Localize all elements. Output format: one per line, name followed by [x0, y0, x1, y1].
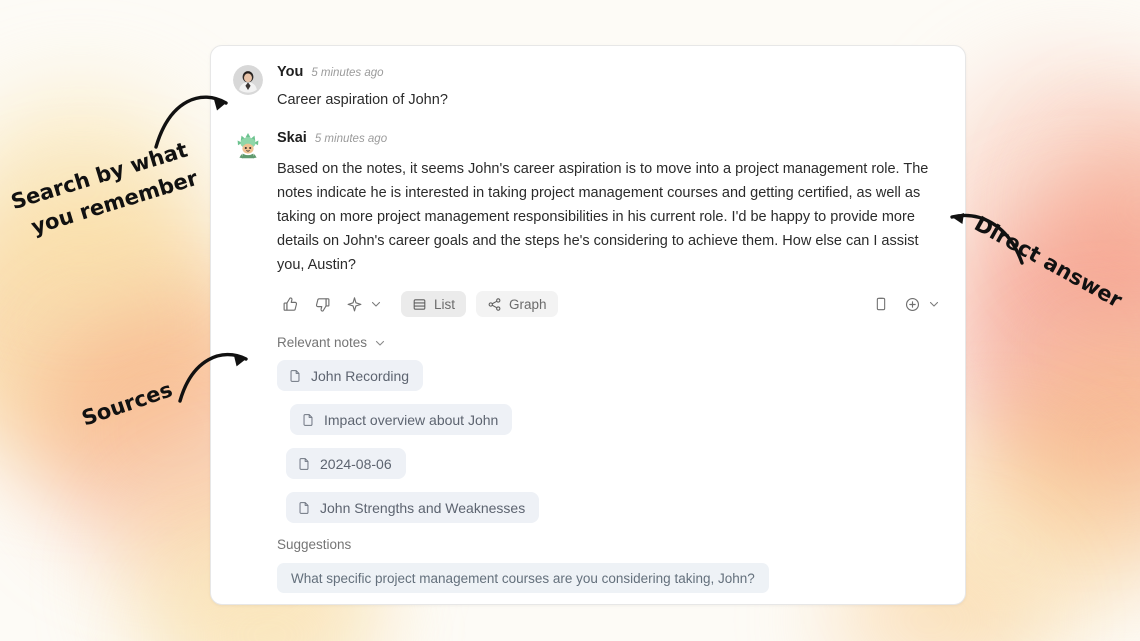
thumbs-down-icon[interactable] [309, 291, 335, 317]
message-header: You 5 minutes ago [277, 64, 943, 84]
relevant-notes-chevron-down-icon [374, 337, 386, 349]
document-icon [301, 412, 315, 428]
list-item: John Recording [277, 360, 943, 391]
relevant-notes-list: John Recording Impact overview about Joh… [277, 360, 943, 523]
graph-chip-label: Graph [509, 296, 547, 312]
relevant-notes-label: Relevant notes [277, 335, 368, 350]
assistant-answer-text: Based on the notes, it seems John's care… [277, 161, 929, 273]
suggestion-chip[interactable]: What specific project management courses… [277, 563, 769, 593]
relevant-notes-toggle[interactable]: Relevant notes [277, 335, 943, 350]
note-chip-john-recording[interactable]: John Recording [277, 360, 424, 391]
user-question-text: Career aspiration of John? [277, 92, 448, 108]
sparkle-chevron-down-icon[interactable] [367, 291, 385, 317]
note-title: Impact overview about John [324, 411, 499, 428]
message-timestamp: 5 minutes ago [314, 133, 388, 145]
clipboard-copy-icon[interactable] [868, 291, 894, 317]
message-user: You 5 minutes ago Career aspiration of J… [233, 64, 943, 108]
author-name: You [277, 64, 304, 80]
chat-card: You 5 minutes ago Career aspiration of J… [210, 45, 966, 605]
thumbs-up-icon[interactable] [277, 291, 303, 317]
message-header: Skai 5 minutes ago [277, 130, 943, 150]
sources-annotation-arrow [178, 352, 248, 403]
plus-circle-icon[interactable] [899, 291, 925, 317]
list-item: 2024-08-06 [277, 448, 943, 479]
list-view-chip[interactable]: List [401, 291, 467, 317]
note-chip-strengths-weaknesses[interactable]: John Strengths and Weaknesses [286, 492, 540, 523]
document-icon [288, 368, 302, 384]
message-assistant: Skai 5 minutes ago Based on the notes, i… [233, 130, 943, 593]
document-icon [297, 456, 311, 472]
note-title: 2024-08-06 [320, 455, 392, 472]
author-name: Skai [277, 130, 307, 146]
message-timestamp: 5 minutes ago [311, 67, 384, 79]
note-title: John Strengths and Weaknesses [320, 499, 526, 516]
note-chip-impact-overview[interactable]: Impact overview about John [290, 404, 513, 435]
list-chip-label: List [434, 296, 456, 312]
suggestions-section: Suggestions What specific project manage… [277, 537, 943, 593]
note-title: John Recording [311, 367, 410, 384]
message-action-bar: List Graph [277, 290, 943, 318]
list-rows-icon [412, 297, 427, 312]
list-item: John Strengths and Weaknesses [277, 492, 943, 523]
graph-view-chip[interactable]: Graph [476, 291, 558, 317]
document-icon [297, 500, 311, 516]
share-graph-icon [487, 297, 502, 312]
list-item: Impact overview about John [277, 404, 943, 435]
sparkle-icon[interactable] [341, 291, 367, 317]
note-chip-date[interactable]: 2024-08-06 [286, 448, 406, 479]
add-chevron-down-icon[interactable] [925, 291, 943, 317]
suggestions-label: Suggestions [277, 537, 352, 552]
